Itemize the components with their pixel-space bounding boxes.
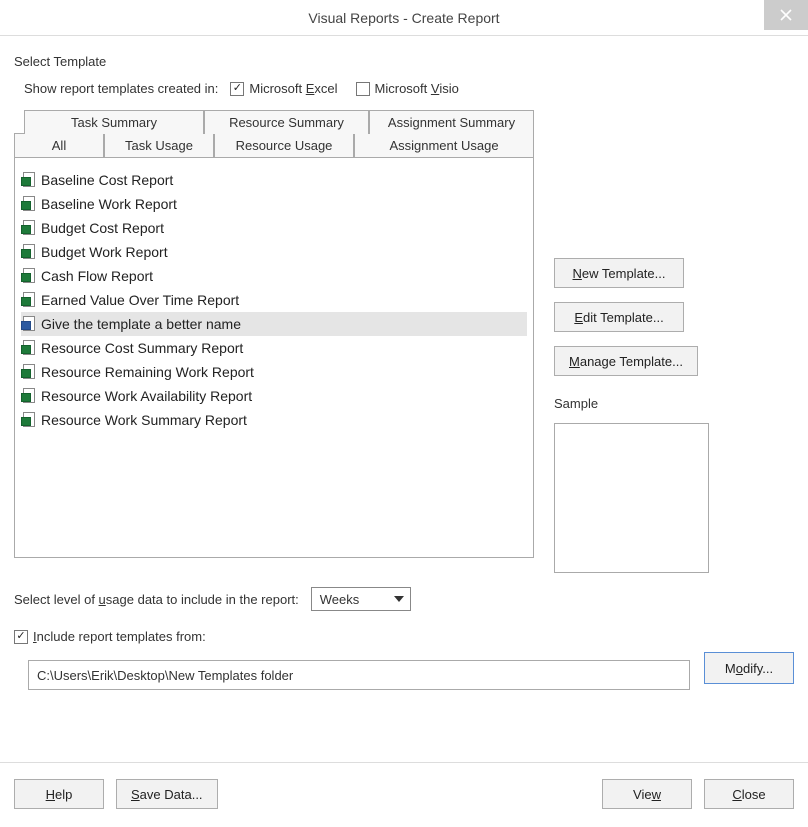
visio-file-icon [23, 316, 37, 332]
template-list[interactable]: Baseline Cost Report Baseline Work Report… [14, 158, 534, 558]
excel-file-icon [23, 172, 37, 188]
excel-checkbox-label: Microsoft Excel [249, 81, 337, 96]
excel-file-icon [23, 220, 37, 236]
list-item-label: Give the template a better name [41, 314, 241, 334]
help-button[interactable]: Help [14, 779, 104, 809]
excel-file-icon [23, 244, 37, 260]
usage-level-label: Select level of usage data to include in… [14, 592, 299, 607]
list-item-label: Resource Remaining Work Report [41, 362, 254, 382]
list-item[interactable]: Resource Remaining Work Report [21, 360, 527, 384]
list-item-label: Baseline Cost Report [41, 170, 173, 190]
excel-file-icon [23, 364, 37, 380]
show-templates-label: Show report templates created in: [24, 81, 218, 96]
list-item[interactable]: Give the template a better name [21, 312, 527, 336]
list-item-label: Resource Work Availability Report [41, 386, 252, 406]
list-item[interactable]: Cash Flow Report [21, 264, 527, 288]
usage-level-select[interactable]: Weeks [311, 587, 411, 611]
list-item[interactable]: Baseline Cost Report [21, 168, 527, 192]
close-window-button[interactable] [764, 0, 808, 30]
list-item[interactable]: Resource Cost Summary Report [21, 336, 527, 360]
excel-checkbox[interactable] [230, 82, 244, 96]
excel-file-icon [23, 340, 37, 356]
select-template-label: Select Template [14, 54, 794, 69]
tab-row-usage: All Task Usage Resource Usage Assignment… [14, 134, 534, 158]
modify-button[interactable]: Modify... [704, 652, 794, 684]
edit-template-button[interactable]: Edit Template... [554, 302, 684, 332]
list-item-label: Baseline Work Report [41, 194, 177, 214]
tab-assignment-summary[interactable]: Assignment Summary [369, 110, 534, 134]
list-item-label: Resource Work Summary Report [41, 410, 247, 430]
new-template-button[interactable]: New Template... [554, 258, 684, 288]
list-item[interactable]: Resource Work Availability Report [21, 384, 527, 408]
window-title: Visual Reports - Create Report [308, 10, 499, 26]
visio-checkbox[interactable] [356, 82, 370, 96]
list-item[interactable]: Budget Cost Report [21, 216, 527, 240]
list-item[interactable]: Budget Work Report [21, 240, 527, 264]
excel-file-icon [23, 412, 37, 428]
manage-template-button[interactable]: Manage Template... [554, 346, 698, 376]
tab-row-summary: Task Summary Resource Summary Assignment… [14, 110, 534, 134]
include-templates-checkbox[interactable] [14, 630, 28, 644]
titlebar: Visual Reports - Create Report [0, 0, 808, 36]
tab-resource-usage[interactable]: Resource Usage [214, 134, 354, 158]
list-item-label: Resource Cost Summary Report [41, 338, 243, 358]
list-item-label: Earned Value Over Time Report [41, 290, 239, 310]
list-item-label: Budget Work Report [41, 242, 168, 262]
include-templates-label: Include report templates from: [33, 629, 206, 644]
view-button[interactable]: View [602, 779, 692, 809]
visio-checkbox-label: Microsoft Visio [375, 81, 459, 96]
save-data-button[interactable]: Save Data... [116, 779, 218, 809]
close-icon [780, 9, 792, 21]
list-item[interactable]: Resource Work Summary Report [21, 408, 527, 432]
sample-preview [554, 423, 709, 573]
list-item[interactable]: Earned Value Over Time Report [21, 288, 527, 312]
close-button[interactable]: Close [704, 779, 794, 809]
tab-task-usage[interactable]: Task Usage [104, 134, 214, 158]
excel-file-icon [23, 388, 37, 404]
list-item[interactable]: Baseline Work Report [21, 192, 527, 216]
excel-file-icon [23, 268, 37, 284]
excel-file-icon [23, 292, 37, 308]
list-item-label: Budget Cost Report [41, 218, 164, 238]
templates-path-input[interactable]: C:\Users\Erik\Desktop\New Templates fold… [28, 660, 690, 690]
chevron-down-icon [394, 596, 404, 602]
tab-task-summary[interactable]: Task Summary [24, 110, 204, 134]
tab-assignment-usage[interactable]: Assignment Usage [354, 134, 534, 158]
list-item-label: Cash Flow Report [41, 266, 153, 286]
excel-file-icon [23, 196, 37, 212]
tab-resource-summary[interactable]: Resource Summary [204, 110, 369, 134]
tab-all[interactable]: All [14, 134, 104, 158]
usage-level-value: Weeks [320, 592, 360, 607]
sample-label: Sample [554, 396, 794, 411]
